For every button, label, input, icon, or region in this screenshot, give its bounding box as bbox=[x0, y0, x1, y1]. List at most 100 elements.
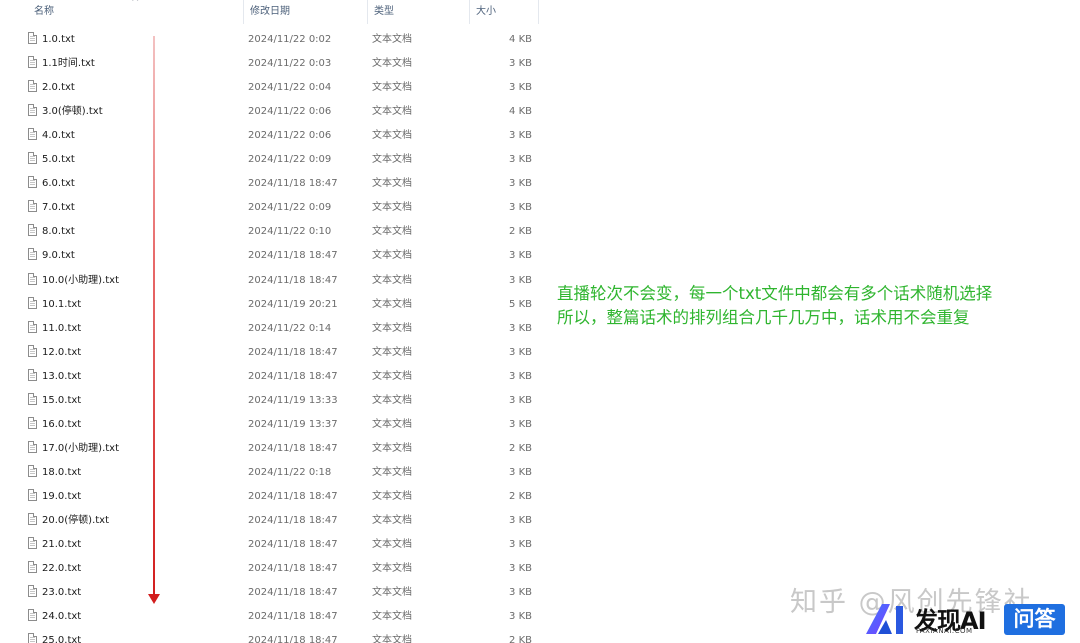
file-date: 2024/11/22 0:18 bbox=[248, 466, 332, 478]
file-row[interactable]: 17.0(小助理).txt 2024/11/18 18:47 文本文档 2 KB bbox=[0, 437, 540, 461]
file-type: 文本文档 bbox=[372, 346, 412, 358]
file-size: 2 KB bbox=[509, 442, 532, 454]
file-row[interactable]: 20.0(停顿).txt 2024/11/18 18:47 文本文档 3 KB bbox=[0, 509, 540, 533]
column-header-size[interactable]: 大小 bbox=[469, 0, 539, 24]
file-row[interactable]: 21.0.txt 2024/11/18 18:47 文本文档 3 KB bbox=[0, 533, 540, 557]
text-file-icon bbox=[28, 416, 37, 429]
column-header-date[interactable]: 修改日期 bbox=[243, 0, 367, 24]
file-row[interactable]: 16.0.txt 2024/11/19 13:37 文本文档 3 KB bbox=[0, 413, 540, 437]
text-file-icon bbox=[28, 80, 37, 93]
file-row[interactable]: 5.0.txt 2024/11/22 0:09 文本文档 3 KB bbox=[0, 148, 540, 172]
file-date: 2024/11/18 18:47 bbox=[248, 274, 338, 286]
text-file-icon bbox=[28, 32, 37, 44]
file-size: 3 KB bbox=[509, 394, 532, 406]
file-date: 2024/11/18 18:47 bbox=[248, 346, 338, 358]
file-name: 4.0.txt bbox=[42, 130, 75, 142]
file-row[interactable]: 8.0.txt 2024/11/22 0:10 文本文档 2 KB bbox=[0, 220, 540, 244]
file-row[interactable]: 23.0.txt 2024/11/18 18:47 文本文档 3 KB bbox=[0, 581, 540, 605]
file-size: 3 KB bbox=[509, 563, 532, 575]
file-date: 2024/11/19 13:37 bbox=[248, 418, 338, 430]
file-date: 2024/11/19 13:33 bbox=[248, 394, 338, 406]
file-type: 文本文档 bbox=[372, 587, 412, 599]
column-header-type[interactable]: 类型 bbox=[367, 0, 469, 24]
file-date: 2024/11/18 18:47 bbox=[248, 635, 338, 643]
file-size: 4 KB bbox=[509, 34, 532, 45]
file-row[interactable]: 4.0.txt 2024/11/22 0:06 文本文档 3 KB bbox=[0, 124, 540, 148]
file-date: 2024/11/22 0:02 bbox=[248, 34, 332, 45]
annotation-text: 直播轮次不会变，每一个txt文件中都会有多个话术随机选择 所以，整篇话术的排列组… bbox=[557, 282, 1057, 330]
file-type: 文本文档 bbox=[372, 539, 412, 551]
file-type: 文本文档 bbox=[372, 563, 412, 575]
text-file-icon bbox=[28, 561, 37, 574]
file-size: 3 KB bbox=[509, 611, 532, 623]
badge-qa-button[interactable]: 问答 bbox=[1004, 604, 1065, 635]
file-date: 2024/11/22 0:10 bbox=[248, 226, 332, 238]
file-name: 7.0.txt bbox=[42, 202, 75, 214]
file-size: 3 KB bbox=[509, 178, 532, 190]
file-row[interactable]: 1.1时间.txt 2024/11/22 0:03 文本文档 3 KB bbox=[0, 52, 540, 76]
text-file-icon bbox=[28, 633, 37, 643]
file-row[interactable]: 3.0(停顿).txt 2024/11/22 0:06 文本文档 4 KB bbox=[0, 100, 540, 124]
file-row[interactable]: 10.0(小助理).txt 2024/11/18 18:47 文本文档 3 KB bbox=[0, 269, 540, 293]
file-date: 2024/11/18 18:47 bbox=[248, 587, 338, 599]
file-size: 5 KB bbox=[509, 298, 532, 310]
file-size: 3 KB bbox=[509, 370, 532, 382]
file-date: 2024/11/22 0:03 bbox=[248, 58, 332, 70]
text-file-icon bbox=[28, 585, 37, 598]
file-name: 19.0.txt bbox=[42, 490, 82, 502]
file-date: 2024/11/18 18:47 bbox=[248, 515, 338, 526]
file-name: 10.0(小助理).txt bbox=[42, 274, 120, 286]
file-type: 文本文档 bbox=[372, 34, 412, 45]
file-row[interactable]: 6.0.txt 2024/11/18 18:47 文本文档 3 KB bbox=[0, 172, 540, 196]
file-size: 3 KB bbox=[509, 418, 532, 430]
file-date: 2024/11/18 18:47 bbox=[248, 250, 338, 262]
text-file-icon bbox=[28, 296, 37, 309]
red-arrow-head bbox=[148, 594, 160, 604]
faxianai-logo-icon bbox=[866, 604, 903, 634]
file-row[interactable]: 24.0.txt 2024/11/18 18:47 文本文档 3 KB bbox=[0, 605, 540, 629]
file-row[interactable]: 9.0.txt 2024/11/18 18:47 文本文档 3 KB bbox=[0, 244, 540, 268]
text-file-icon bbox=[28, 513, 37, 525]
text-file-icon bbox=[28, 272, 37, 285]
file-name: 20.0(停顿).txt bbox=[42, 515, 110, 526]
file-row[interactable]: 12.0.txt 2024/11/18 18:47 文本文档 3 KB bbox=[0, 341, 540, 365]
file-size: 3 KB bbox=[509, 322, 532, 334]
file-size: 3 KB bbox=[509, 539, 532, 551]
file-size: 3 KB bbox=[509, 250, 532, 262]
file-size: 3 KB bbox=[509, 466, 532, 478]
file-row[interactable]: 13.0.txt 2024/11/18 18:47 文本文档 3 KB bbox=[0, 365, 540, 389]
file-name: 8.0.txt bbox=[42, 226, 75, 238]
file-row[interactable]: 18.0.txt 2024/11/22 0:18 文本文档 3 KB bbox=[0, 461, 540, 485]
file-date: 2024/11/22 0:14 bbox=[248, 322, 332, 334]
file-row[interactable]: 15.0.txt 2024/11/19 13:33 文本文档 3 KB bbox=[0, 389, 540, 413]
file-row[interactable]: 25.0.txt 2024/11/18 18:47 文本文档 2 KB bbox=[0, 629, 540, 643]
file-name: 23.0.txt bbox=[42, 587, 82, 599]
file-row[interactable]: 1.0.txt 2024/11/22 0:02 文本文档 4 KB bbox=[0, 28, 540, 52]
text-file-icon bbox=[28, 128, 37, 141]
file-row[interactable]: 11.0.txt 2024/11/22 0:14 文本文档 3 KB bbox=[0, 317, 540, 341]
text-file-icon bbox=[28, 200, 37, 213]
file-row[interactable]: 10.1.txt 2024/11/19 20:21 文本文档 5 KB bbox=[0, 293, 540, 317]
text-file-icon bbox=[28, 488, 37, 501]
file-row[interactable]: 19.0.txt 2024/11/18 18:47 文本文档 2 KB bbox=[0, 485, 540, 509]
file-name: 3.0(停顿).txt bbox=[42, 106, 103, 118]
file-row[interactable]: 7.0.txt 2024/11/22 0:09 文本文档 3 KB bbox=[0, 196, 540, 220]
file-date: 2024/11/18 18:47 bbox=[248, 539, 338, 551]
faxianai-badge[interactable]: 发现AI FAXIANAI.COM 问答 bbox=[864, 600, 1074, 640]
text-file-icon bbox=[28, 104, 37, 117]
file-type: 文本文档 bbox=[372, 635, 412, 643]
annotation-line-1: 直播轮次不会变，每一个txt文件中都会有多个话术随机选择 bbox=[557, 284, 993, 303]
file-size: 3 KB bbox=[509, 346, 532, 358]
file-date: 2024/11/18 18:47 bbox=[248, 442, 338, 454]
file-type: 文本文档 bbox=[372, 250, 412, 262]
file-row[interactable]: 22.0.txt 2024/11/18 18:47 文本文档 3 KB bbox=[0, 557, 540, 581]
file-row[interactable]: 2.0.txt 2024/11/22 0:04 文本文档 3 KB bbox=[0, 76, 540, 100]
file-type: 文本文档 bbox=[372, 418, 412, 430]
file-name: 5.0.txt bbox=[42, 154, 75, 166]
file-type: 文本文档 bbox=[372, 515, 412, 526]
text-file-icon bbox=[28, 320, 37, 333]
file-type: 文本文档 bbox=[372, 130, 412, 142]
file-size: 3 KB bbox=[509, 515, 532, 526]
file-name: 9.0.txt bbox=[42, 250, 75, 262]
red-arrow-line bbox=[153, 36, 155, 596]
